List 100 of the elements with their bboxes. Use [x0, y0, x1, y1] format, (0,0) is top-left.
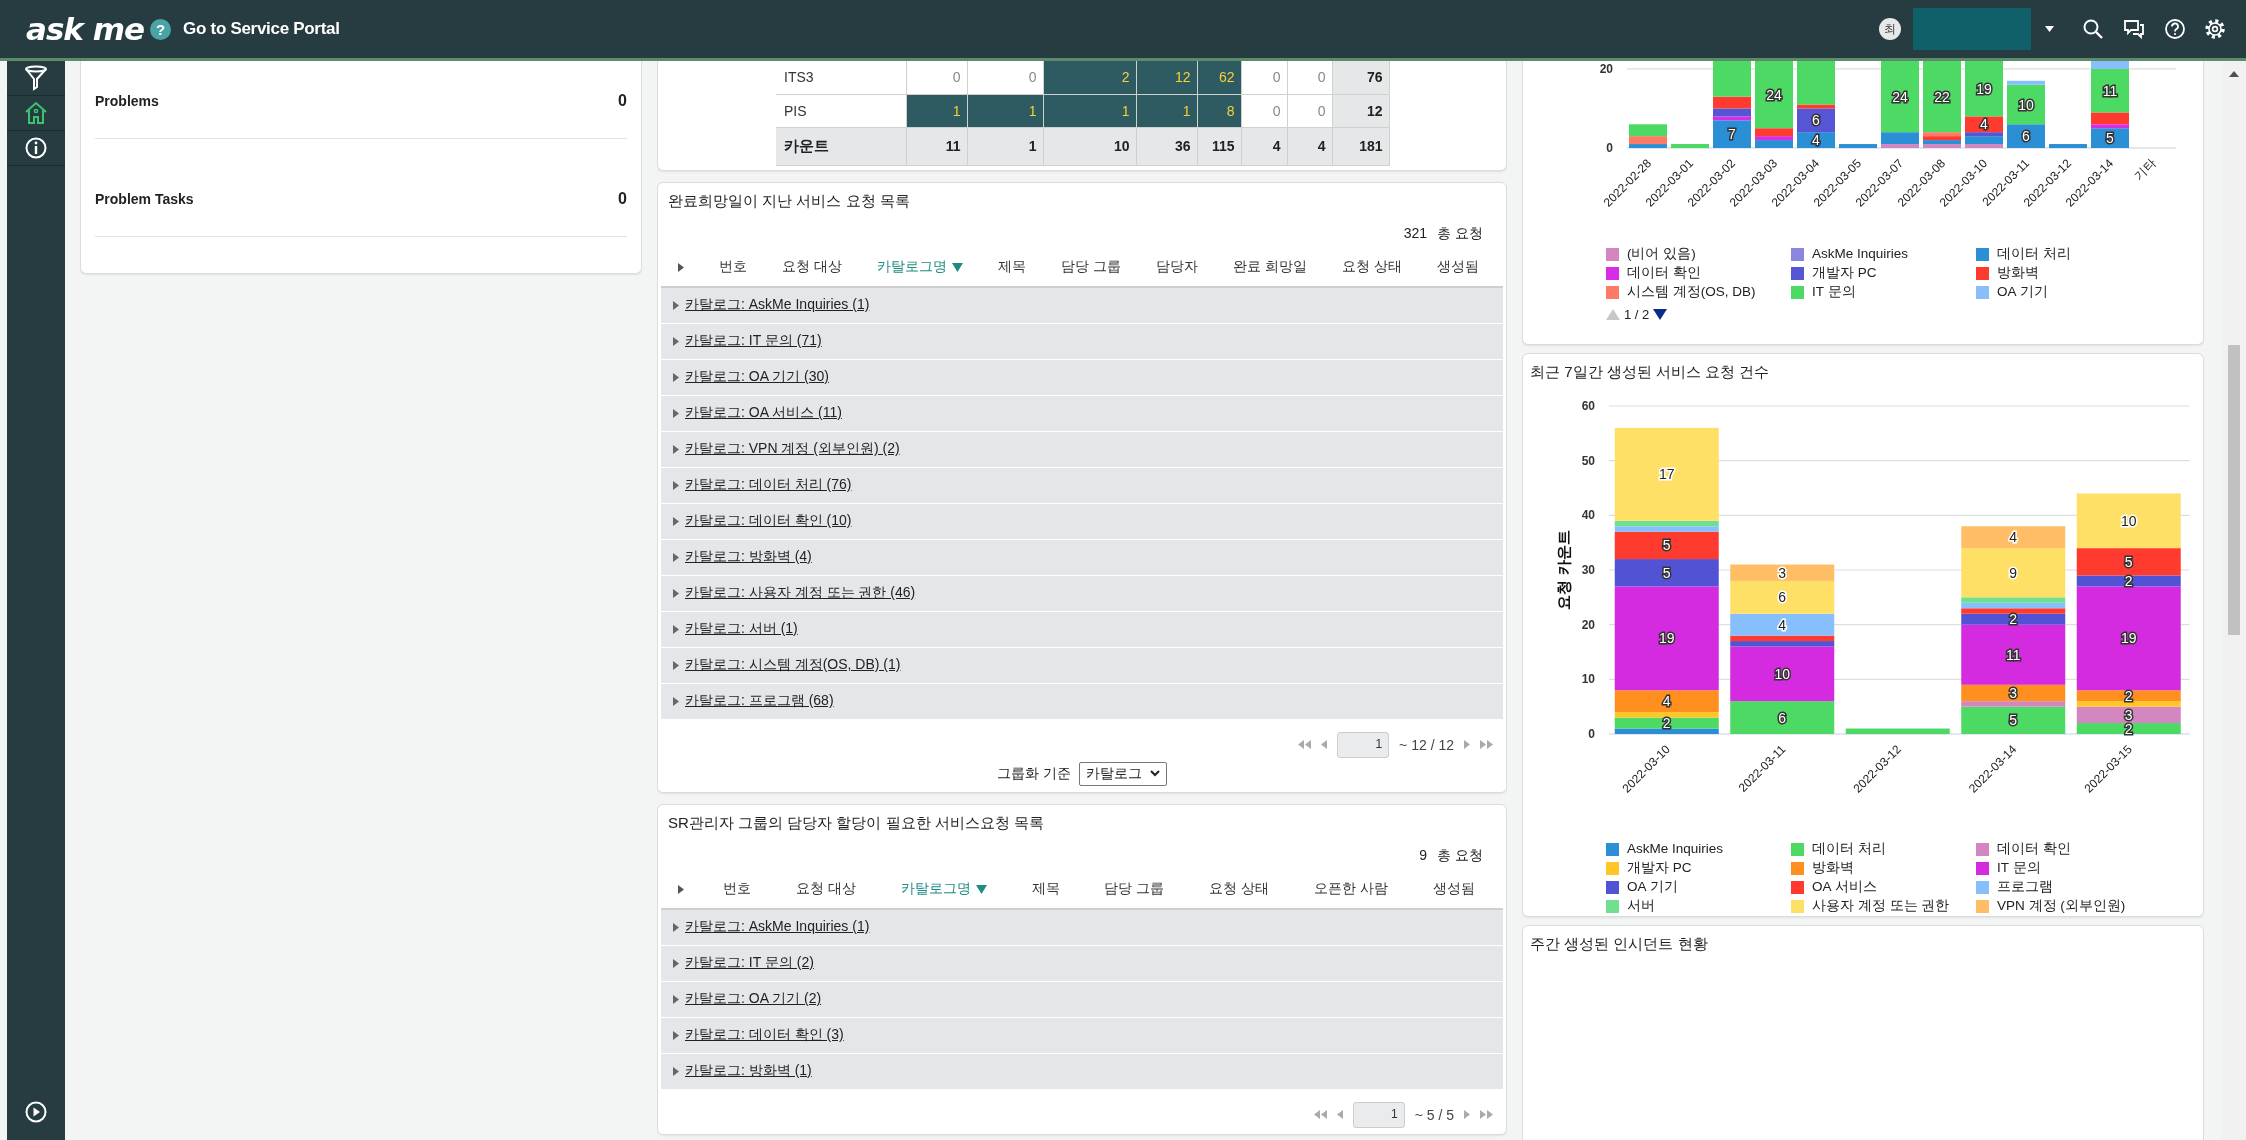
page-number-field[interactable]: 1	[1352, 1101, 1405, 1128]
expand-icon[interactable]	[673, 624, 679, 634]
group-link[interactable]: 카탈로그: AskMe Inquiries (1)	[685, 296, 870, 314]
group-link[interactable]: 카탈로그: 방화벽 (1)	[685, 1062, 812, 1080]
chat-icon[interactable]	[2122, 18, 2146, 40]
legend-label[interactable]: 데이터 확인	[1627, 264, 1701, 282]
column-header[interactable]: 생성됨	[1437, 258, 1480, 276]
search-icon[interactable]	[2082, 18, 2104, 40]
column-header[interactable]: 요청 상태	[1209, 880, 1270, 898]
legend-label[interactable]: 시스템 계정(OS, DB)	[1627, 283, 1756, 301]
expand-icon[interactable]	[673, 336, 679, 346]
expand-icon[interactable]	[673, 1066, 679, 1076]
group-link[interactable]: 카탈로그: OA 기기 (2)	[685, 990, 822, 1008]
column-header[interactable]: 제목	[1031, 880, 1060, 898]
group-link[interactable]: 카탈로그: IT 문의 (2)	[685, 954, 814, 972]
expand-icon[interactable]	[673, 516, 679, 526]
chevron-down-icon	[1149, 770, 1160, 777]
expand-icon[interactable]	[673, 1030, 679, 1040]
legend-label[interactable]: 데이터 처리	[1812, 840, 1886, 858]
legend-label[interactable]: 개발자 PC	[1627, 859, 1692, 877]
group-link[interactable]: 카탈로그: 프로그램 (68)	[685, 692, 834, 710]
settings-icon[interactable]	[2204, 18, 2226, 40]
group-link[interactable]: 카탈로그: OA 서비스 (11)	[685, 404, 842, 422]
legend-label[interactable]: 데이터 확인	[1997, 840, 2071, 858]
column-header[interactable]: 완료 희망일	[1233, 258, 1308, 276]
page-number-field[interactable]: 1	[1337, 731, 1390, 758]
column-header[interactable]: 요청 대상	[796, 880, 857, 898]
legend-label[interactable]: IT 문의	[1812, 283, 1856, 301]
legend-label[interactable]: 사용자 계정 또는 권한	[1812, 897, 1950, 915]
expand-icon[interactable]	[673, 552, 679, 562]
group-link[interactable]: 카탈로그: 서버 (1)	[685, 620, 798, 638]
expand-icon[interactable]	[673, 696, 679, 706]
info-icon[interactable]	[25, 137, 47, 159]
legend-down-icon[interactable]	[1653, 309, 1668, 320]
legend-label[interactable]: 방화벽	[1812, 859, 1854, 877]
legend-label[interactable]: OA 서비스	[1812, 878, 1877, 896]
metric-count[interactable]: 0	[618, 91, 627, 110]
card-title: 완료희망일이 지난 서비스 요청 목록	[667, 190, 911, 211]
column-header[interactable]: 카탈로그명	[876, 258, 963, 276]
legend-label[interactable]: 데이터 처리	[1997, 245, 2071, 263]
filter-icon[interactable]	[24, 65, 48, 91]
legend-label[interactable]: VPN 계정 (외부인원)	[1997, 897, 2126, 915]
scroll-up-icon[interactable]	[2229, 71, 2239, 77]
expand-icon[interactable]	[673, 480, 679, 490]
group-link[interactable]: 카탈로그: 데이터 확인 (3)	[685, 1026, 844, 1044]
expand-icon[interactable]	[673, 408, 679, 418]
column-header[interactable]: 담당자	[1156, 258, 1199, 276]
group-link[interactable]: 카탈로그: IT 문의 (71)	[685, 332, 822, 350]
table-cell: 4	[1241, 127, 1287, 165]
expand-icon[interactable]	[673, 922, 679, 932]
expand-all-icon[interactable]	[678, 262, 684, 272]
scrollbar-thumb[interactable]	[2228, 345, 2240, 635]
column-header[interactable]: 오픈한 사람	[1313, 880, 1388, 898]
expand-icon[interactable]	[673, 588, 679, 598]
expand-icon[interactable]	[673, 444, 679, 454]
column-header[interactable]: 요청 상태	[1342, 258, 1403, 276]
column-header[interactable]: 생성됨	[1432, 880, 1475, 898]
column-header[interactable]: 요청 대상	[781, 258, 842, 276]
sort-desc-icon[interactable]	[951, 262, 963, 272]
user-avatar[interactable]: 최	[1879, 18, 1901, 40]
column-header[interactable]: 번호	[723, 880, 752, 898]
legend-label[interactable]: 방화벽	[1997, 264, 2039, 282]
legend-label[interactable]: 서버	[1627, 897, 1655, 915]
group-link[interactable]: 카탈로그: 사용자 계정 또는 권한 (46)	[685, 584, 916, 602]
expand-icon[interactable]	[673, 300, 679, 310]
group-link[interactable]: 카탈로그: VPN 계정 (외부인원) (2)	[685, 440, 900, 458]
expand-icon[interactable]	[673, 958, 679, 968]
column-header[interactable]: 담당 그룹	[1061, 258, 1121, 276]
help-icon[interactable]	[2164, 18, 2186, 40]
column-header[interactable]: 번호	[718, 258, 747, 276]
expand-all-icon[interactable]	[678, 884, 684, 894]
group-link[interactable]: 카탈로그: OA 기기 (30)	[685, 368, 829, 386]
group-link[interactable]: 카탈로그: 시스템 계정(OS, DB) (1)	[685, 656, 901, 674]
legend-label[interactable]: OA 기기	[1997, 283, 2048, 301]
expand-icon[interactable]	[673, 660, 679, 670]
legend-label[interactable]: AskMe Inquiries	[1812, 245, 1909, 263]
metric-count[interactable]: 0	[618, 189, 627, 208]
sort-desc-icon[interactable]	[975, 884, 987, 894]
group-link[interactable]: 카탈로그: 방화벽 (4)	[685, 548, 812, 566]
legend-label[interactable]: AskMe Inquiries	[1627, 840, 1724, 858]
column-header[interactable]: 제목	[997, 258, 1026, 276]
home-icon[interactable]	[24, 101, 48, 125]
data-label: 4	[2009, 529, 2018, 546]
play-icon[interactable]	[25, 1101, 47, 1123]
expand-icon[interactable]	[673, 994, 679, 1004]
portal-link[interactable]: Go to Service Portal	[183, 19, 340, 39]
legend-label[interactable]: OA 기기	[1627, 878, 1678, 896]
group-link[interactable]: 카탈로그: 데이터 확인 (10)	[685, 512, 852, 530]
group-link[interactable]: 카탈로그: 데이터 처리 (76)	[685, 476, 852, 494]
legend-label[interactable]: (비어 있음)	[1627, 245, 1696, 263]
column-header[interactable]: 담당 그룹	[1104, 880, 1165, 898]
expand-icon[interactable]	[673, 372, 679, 382]
data-label: 19	[1658, 630, 1675, 647]
caret-icon[interactable]	[2045, 26, 2054, 32]
group-by-select[interactable]: 카탈로그	[1078, 761, 1167, 786]
legend-label[interactable]: IT 문의	[1997, 859, 2041, 877]
legend-label[interactable]: 프로그램	[1997, 878, 2053, 896]
group-link[interactable]: 카탈로그: AskMe Inquiries (1)	[685, 918, 870, 936]
legend-label[interactable]: 개발자 PC	[1812, 264, 1877, 282]
column-header[interactable]: 카탈로그명	[900, 880, 987, 898]
